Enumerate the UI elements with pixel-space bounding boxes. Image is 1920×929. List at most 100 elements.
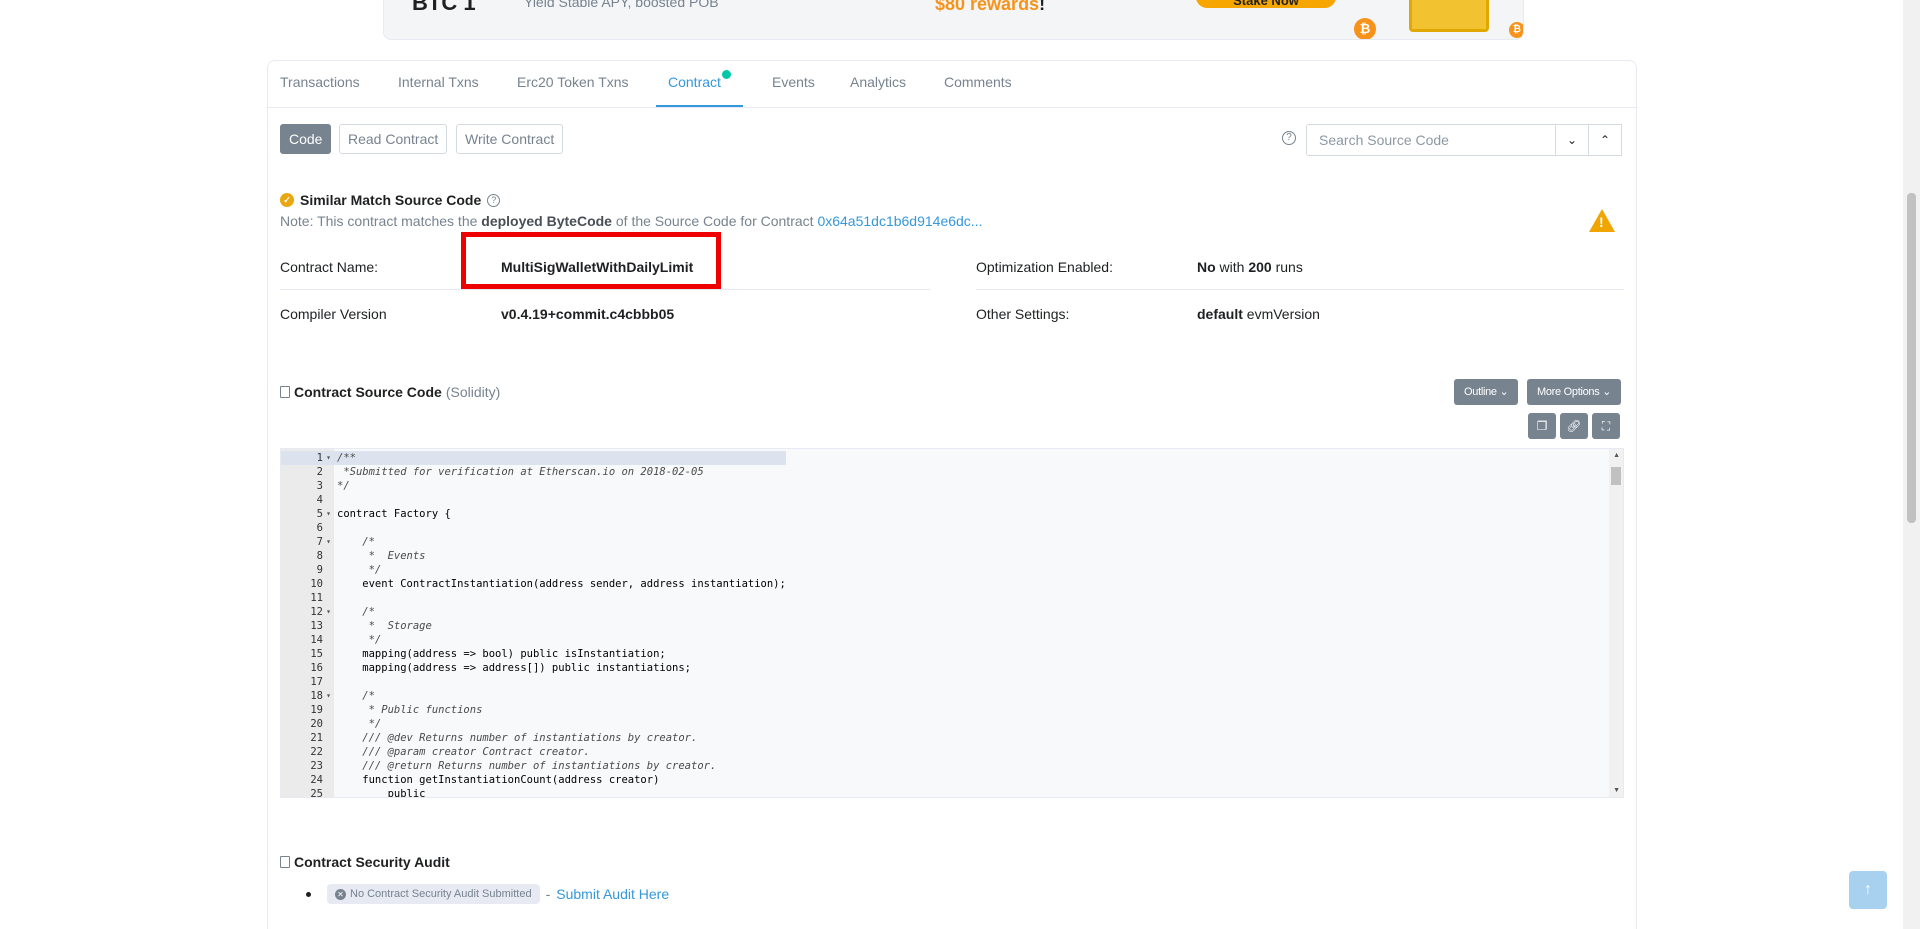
code-text: * Storage (337, 620, 432, 632)
code-text: */ (337, 480, 350, 492)
copy-icon[interactable]: ❐ (1528, 413, 1556, 439)
code-text: public (337, 788, 426, 798)
code-text: */ (337, 718, 382, 730)
ad-banner[interactable]: BTC 1 Yield Stable APY, boosted POB $80 … (383, 0, 1524, 40)
code-line: 18 ▾ /* (281, 689, 786, 703)
code-text: /// @param creator Contract creator. (337, 746, 590, 758)
more-options-button[interactable]: More Options ⌄ (1527, 379, 1622, 405)
chevron-up-icon[interactable]: ⌃ (1588, 124, 1622, 156)
highlight-box (461, 232, 721, 289)
laptop-illustration-icon (1409, 0, 1489, 32)
link-icon[interactable]: 🔗︎ (1560, 413, 1588, 439)
code-line: 12 ▾ /* (281, 605, 786, 619)
code-text: contract Factory { (337, 508, 451, 520)
line-number: 10 (310, 578, 323, 590)
fold-arrow-icon[interactable]: ▾ (323, 535, 334, 549)
tab-comments[interactable]: Comments (944, 74, 1012, 90)
other-settings-value: default evmVersion (1197, 306, 1320, 322)
scroll-down-icon[interactable]: ▼ (1613, 787, 1620, 794)
file-code-icon (280, 386, 290, 398)
code-line: 4 (281, 493, 786, 507)
code-text: /* (337, 690, 375, 702)
no-audit-badge: ✕ No Contract Security Audit Submitted (327, 884, 540, 904)
scroll-up-icon[interactable]: ▲ (1613, 452, 1620, 459)
fold-arrow-icon[interactable]: ▾ (323, 689, 334, 703)
read-contract-button[interactable]: Read Contract (339, 124, 448, 154)
audit-list-item: ✕ No Contract Security Audit Submitted - … (306, 884, 669, 904)
code-text: *Submitted for verification at Etherscan… (337, 466, 704, 478)
code-line: 16 mapping(address => address[]) public … (281, 661, 786, 675)
line-number: 25 (310, 788, 323, 798)
x-circle-icon: ✕ (335, 888, 346, 900)
fullscreen-icon[interactable]: ⛶ (1592, 413, 1620, 439)
editor-scrollbar[interactable]: ▲ ▼ (1609, 449, 1623, 797)
search-source-code-input[interactable]: Search Source Code (1306, 124, 1556, 156)
optimization-value: No with 200 runs (1197, 259, 1303, 275)
back-to-top-button[interactable]: ↑ (1849, 871, 1887, 909)
outline-button[interactable]: Outline ⌄ (1454, 379, 1519, 405)
tab-erc20-token-txns[interactable]: Erc20 Token Txns (517, 74, 629, 90)
page-scrollbar[interactable] (1903, 0, 1920, 929)
line-number: 6 (316, 522, 323, 534)
line-number: 19 (310, 704, 323, 716)
line-number: 21 (310, 732, 323, 744)
tab-analytics[interactable]: Analytics (850, 74, 906, 90)
check-circle-icon: ✓ (280, 193, 294, 207)
line-number: 5 (316, 508, 323, 520)
bullet (306, 891, 311, 897)
code-text: /** (337, 452, 356, 464)
code-line: 3 */ (281, 479, 786, 493)
banner-stake-button[interactable]: Stake Now (1196, 0, 1336, 8)
tab-internal-txns[interactable]: Internal Txns (398, 74, 479, 90)
code-line: 19 * Public functions (281, 703, 786, 717)
code-line: 25 public (281, 787, 786, 798)
fold-arrow-icon[interactable]: ▾ (323, 451, 334, 465)
editor-scroll-thumb[interactable] (1611, 467, 1621, 485)
banner-logo: BTC 1 (412, 0, 476, 15)
submit-audit-link[interactable]: Submit Audit Here (556, 886, 669, 902)
code-text: /* (337, 606, 375, 618)
code-text: * Events (337, 550, 426, 562)
line-number: 3 (316, 480, 323, 492)
page-scrollbar-thumb[interactable] (1907, 193, 1916, 523)
code-line: 9 */ (281, 563, 786, 577)
help-icon[interactable]: ? (1282, 131, 1296, 145)
code-editor[interactable]: 1 ▾/** 2 *Submitted for verification at Et… (280, 448, 1624, 798)
tab-events[interactable]: Events (772, 74, 815, 90)
fold-arrow-icon[interactable]: ▾ (323, 507, 334, 521)
code-button[interactable]: Code (280, 124, 332, 154)
question-icon[interactable]: ? (487, 193, 501, 207)
contract-name-label: Contract Name: (280, 259, 379, 275)
code-line: 23 /// @return Returns number of instant… (281, 759, 786, 773)
contract-address-link[interactable]: 0x64a51dc1b6d914e6dc... (817, 213, 982, 229)
tab-transactions[interactable]: Transactions (280, 74, 360, 90)
line-number: 2 (316, 466, 323, 478)
code-lines: 1 ▾/** 2 *Submitted for verification at Et… (281, 451, 786, 798)
chevron-down-icon[interactable]: ⌄ (1555, 124, 1589, 156)
tab-bar: Transactions Internal Txns Erc20 Token T… (268, 61, 1636, 108)
tab-contract[interactable]: Contract (656, 70, 743, 107)
write-contract-button[interactable]: Write Contract (456, 124, 564, 154)
security-audit-title: Contract Security Audit (280, 854, 450, 870)
code-line: 7 ▾ /* (281, 535, 786, 549)
code-line: 14 */ (281, 633, 786, 647)
code-line: 22 /// @param creator Contract creator. (281, 745, 786, 759)
divider (280, 289, 930, 290)
code-text: event ContractInstantiation(address send… (337, 578, 786, 590)
code-line: 24 function getInstantiationCount(addres… (281, 773, 786, 787)
fold-arrow-icon[interactable]: ▾ (323, 605, 334, 619)
code-text: */ (337, 634, 382, 646)
code-line: 13 * Storage (281, 619, 786, 633)
code-text: /* (337, 536, 375, 548)
